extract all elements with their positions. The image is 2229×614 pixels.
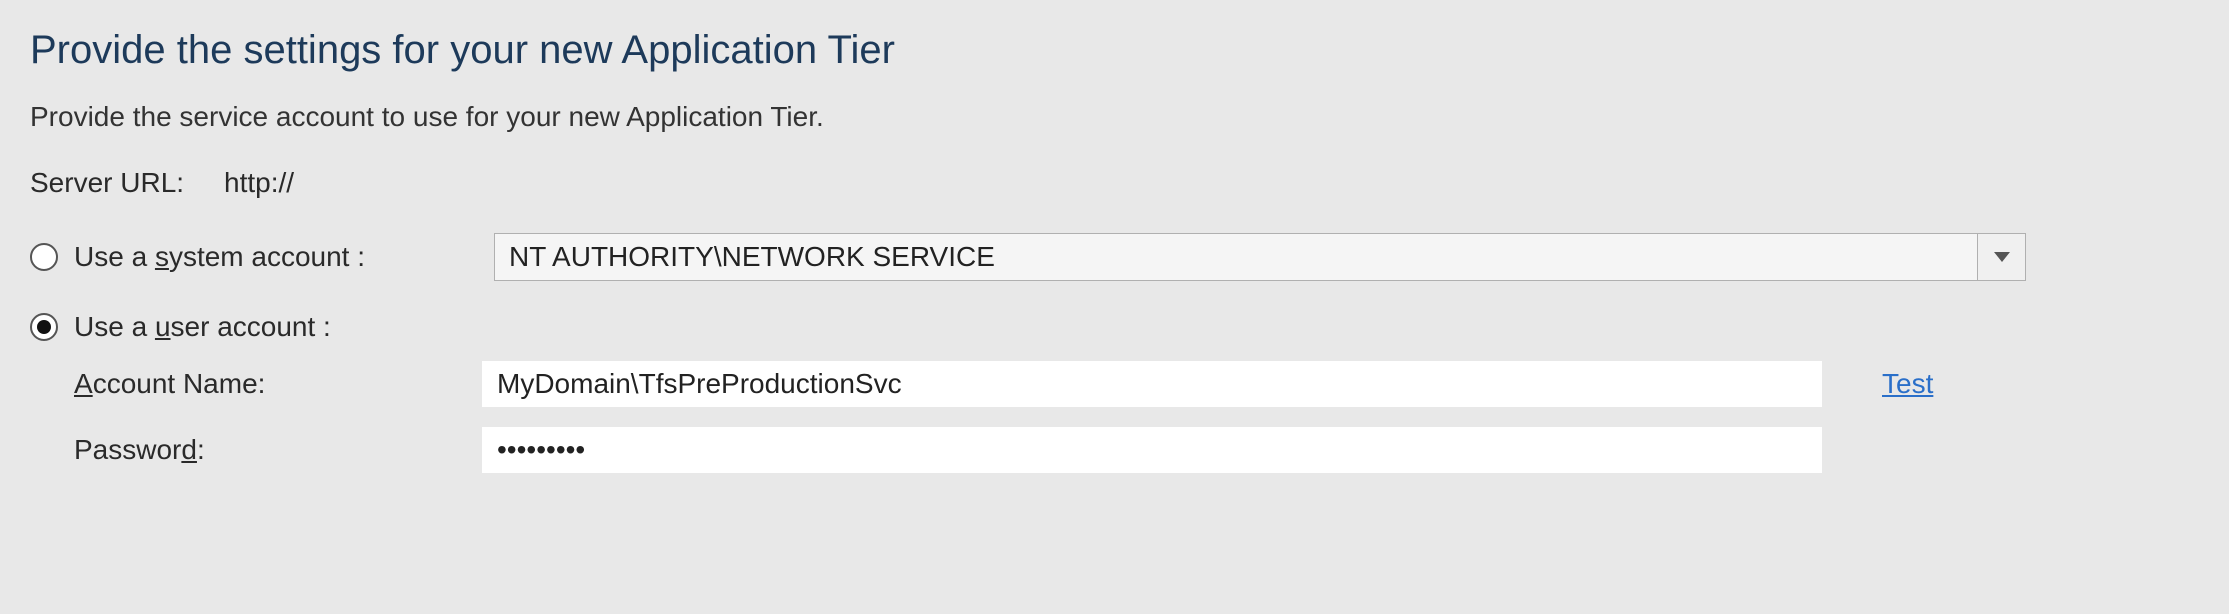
system-account-combo-button[interactable] — [1977, 234, 2025, 280]
system-account-radio[interactable] — [30, 243, 58, 271]
server-url-row: Server URL: http:// — [30, 167, 2199, 199]
server-url-value: http:// — [224, 167, 294, 199]
chevron-down-icon — [1994, 252, 2010, 262]
account-name-label: Account Name: — [74, 368, 482, 400]
test-link[interactable]: Test — [1882, 368, 1933, 400]
account-name-row: Account Name: Test — [30, 361, 2199, 407]
user-account-row: Use a user account : — [30, 311, 2199, 343]
page-description: Provide the service account to use for y… — [30, 101, 2199, 133]
server-url-label: Server URL: — [30, 167, 184, 199]
user-account-radio[interactable] — [30, 313, 58, 341]
system-account-combo[interactable] — [494, 233, 2026, 281]
password-row: Password: — [30, 427, 2199, 473]
system-account-label[interactable]: Use a system account : — [74, 241, 365, 273]
account-name-input[interactable] — [482, 361, 1822, 407]
page-heading: Provide the settings for your new Applic… — [30, 28, 2199, 73]
system-account-row: Use a system account : — [30, 233, 2199, 281]
password-label: Password: — [74, 434, 482, 466]
user-account-label[interactable]: Use a user account : — [74, 311, 331, 343]
password-input[interactable] — [482, 427, 1822, 473]
system-account-combo-text[interactable] — [495, 234, 1977, 280]
